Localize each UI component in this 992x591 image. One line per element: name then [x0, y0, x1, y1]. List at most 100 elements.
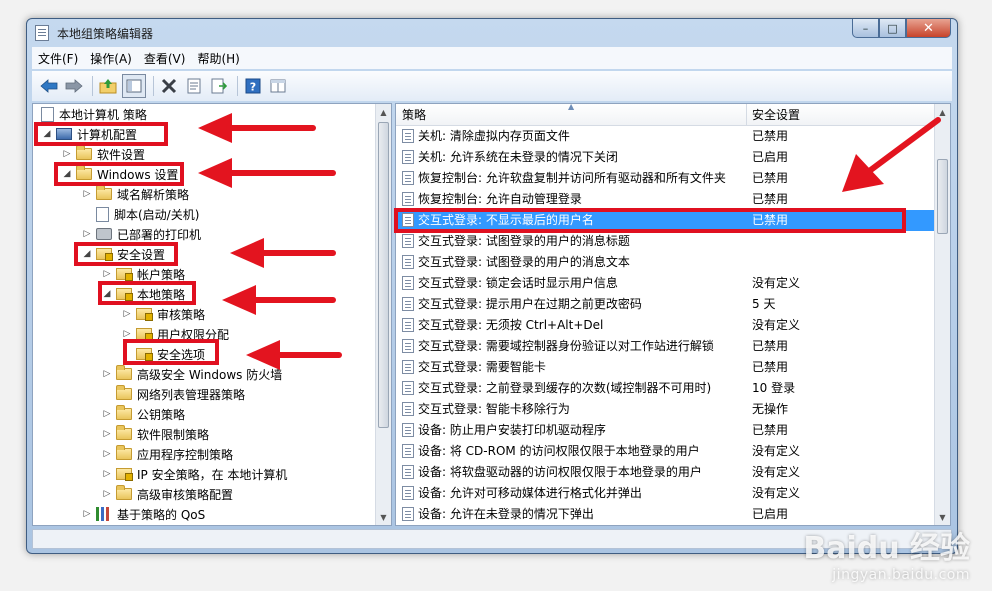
policy-setting-value: 10 登录: [752, 381, 796, 395]
annotation-arrow-icon: [198, 113, 316, 143]
printer-icon: [96, 228, 112, 240]
tree-label-qos: 基于策略的 QoS: [117, 507, 206, 522]
policy-setting-icon: [402, 465, 414, 479]
back-arrow-icon[interactable]: [38, 75, 60, 97]
menu-action[interactable]: 操作(A): [84, 50, 138, 67]
up-folder-icon[interactable]: [97, 75, 119, 97]
tree-label-dns-policy: 域名解析策略: [117, 187, 190, 202]
view-icon[interactable]: [267, 75, 289, 97]
policy-row[interactable]: 设备: 防止用户安装打印机驱动程序 已禁用: [396, 420, 936, 441]
tree-scrollbar[interactable]: ▲ ▼: [375, 104, 391, 525]
policy-setting-icon: [402, 486, 414, 500]
close-button[interactable]: ✕: [906, 19, 951, 38]
annotation-arrow-icon: [198, 158, 336, 188]
policy-name: 交互式登录: 提示用户在过期之前更改密码: [418, 297, 642, 311]
menu-view[interactable]: 查看(V): [138, 50, 192, 67]
tree-label-public-key: 公钥策略: [137, 407, 186, 422]
policy-row[interactable]: 交互式登录: 之前登录到缓存的次数(域控制器不可用时) 10 登录: [396, 378, 936, 399]
collapsed-triangle-icon[interactable]: ▷: [101, 469, 113, 479]
collapsed-triangle-icon[interactable]: ▷: [101, 369, 113, 379]
menu-file[interactable]: 文件(F): [32, 50, 84, 67]
collapsed-triangle-icon[interactable]: ▷: [61, 149, 73, 159]
collapsed-triangle-icon[interactable]: ▷: [121, 309, 133, 319]
tree-node-audit-policy[interactable]: ▷ 审核策略: [121, 304, 205, 324]
collapsed-triangle-icon[interactable]: ▷: [101, 429, 113, 439]
policy-setting-icon: [402, 255, 414, 269]
collapsed-triangle-icon[interactable]: ▷: [121, 329, 133, 339]
maximize-button[interactable]: □: [879, 19, 906, 38]
policy-row[interactable]: 交互式登录: 智能卡移除行为 无操作: [396, 399, 936, 420]
collapsed-triangle-icon[interactable]: ▷: [81, 509, 93, 519]
tree-node-root[interactable]: 本地计算机 策略: [41, 104, 147, 124]
tree-node-software-restriction[interactable]: ▷ 软件限制策略: [101, 424, 209, 444]
policy-setting-icon: [402, 192, 414, 206]
policy-row[interactable]: 交互式登录: 提示用户在过期之前更改密码 5 天: [396, 294, 936, 315]
menu-help[interactable]: 帮助(H): [191, 50, 245, 67]
policy-name: 交互式登录: 试图登录的用户的消息标题: [418, 234, 630, 248]
scroll-up-arrow-icon[interactable]: ▲: [376, 104, 391, 120]
policy-row[interactable]: 交互式登录: 试图登录的用户的消息文本: [396, 252, 936, 273]
title-bar[interactable]: 本地组策略编辑器 – □ ✕: [27, 19, 957, 47]
annotation-box-windows-settings: [54, 162, 184, 186]
minimize-button[interactable]: –: [852, 19, 879, 38]
policy-setting-icon: [402, 171, 414, 185]
collapsed-triangle-icon[interactable]: ▷: [101, 269, 113, 279]
tree-label-ip-security: IP 安全策略，在 本地计算机: [137, 467, 288, 482]
collapsed-triangle-icon[interactable]: ▷: [81, 189, 93, 199]
policy-row[interactable]: 设备: 将 CD-ROM 的访问权限仅限于本地登录的用户 没有定义: [396, 441, 936, 462]
folder-icon: [116, 445, 132, 460]
tree-label-software-settings: 软件设置: [97, 147, 146, 162]
policy-row[interactable]: 设备: 将软盘驱动器的访问权限仅限于本地登录的用户 没有定义: [396, 462, 936, 483]
tree-node-software-settings[interactable]: ▷ 软件设置: [61, 144, 145, 164]
sort-ascending-icon: ▲: [568, 103, 575, 111]
tree-node-ip-security[interactable]: ▷ IP 安全策略，在 本地计算机: [101, 464, 288, 484]
tree-node-qos[interactable]: ▷ 基于策略的 QoS: [81, 504, 205, 524]
collapsed-triangle-icon[interactable]: ▷: [101, 449, 113, 459]
column-header-policy[interactable]: 策略: [396, 104, 426, 126]
tree-label-software-restriction: 软件限制策略: [137, 427, 210, 442]
policy-setting-icon: [402, 318, 414, 332]
tree-scroll-thumb[interactable]: [378, 122, 389, 428]
policy-row[interactable]: 交互式登录: 锁定会话时显示用户信息 没有定义: [396, 273, 936, 294]
delete-icon[interactable]: [158, 75, 180, 97]
tree-node-advanced-audit[interactable]: ▷ 高级审核策略配置: [101, 484, 233, 504]
script-icon: [96, 206, 109, 222]
tree-node-public-key[interactable]: ▷ 公钥策略: [101, 404, 185, 424]
collapsed-triangle-icon[interactable]: ▷: [101, 489, 113, 499]
tree-node-dns-policy[interactable]: ▷ 域名解析策略: [81, 184, 189, 204]
properties-icon[interactable]: [183, 75, 205, 97]
collapsed-triangle-icon[interactable]: ▷: [81, 229, 93, 239]
tree-node-scripts[interactable]: 脚本(启动/关机): [81, 204, 199, 224]
export-list-icon[interactable]: [208, 75, 230, 97]
policy-row[interactable]: 交互式登录: 需要智能卡 已禁用: [396, 357, 936, 378]
policy-row[interactable]: 交互式登录: 无须按 Ctrl+Alt+Del 没有定义: [396, 315, 936, 336]
help-icon[interactable]: ?: [242, 75, 264, 97]
policy-setting-value: 已禁用: [752, 171, 789, 185]
policy-name: 交互式登录: 需要域控制器身份验证以对工作站进行解锁: [418, 339, 714, 353]
folder-icon: [116, 425, 132, 440]
annotation-box-security-settings: [74, 242, 178, 266]
policy-setting-value: 已禁用: [752, 192, 789, 206]
policy-row[interactable]: 设备: 允许在未登录的情况下弹出 已启用: [396, 504, 936, 525]
forward-arrow-icon[interactable]: [63, 75, 85, 97]
collapsed-triangle-icon[interactable]: ▷: [101, 409, 113, 419]
tree-node-network-list[interactable]: 网络列表管理器策略: [101, 384, 245, 404]
policy-row[interactable]: 设备: 允许对可移动媒体进行格式化并弹出 没有定义: [396, 483, 936, 504]
policy-setting-icon: [402, 444, 414, 458]
column-header-setting[interactable]: 安全设置: [746, 104, 800, 126]
annotation-arrow-icon: [246, 340, 342, 370]
tree-node-deployed-printers[interactable]: ▷ 已部署的打印机: [81, 224, 201, 244]
tree-node-app-control[interactable]: ▷ 应用程序控制策略: [101, 444, 233, 464]
policy-name: 交互式登录: 试图登录的用户的消息文本: [418, 255, 630, 269]
policy-row[interactable]: 交互式登录: 需要域控制器身份验证以对工作站进行解锁 已禁用: [396, 336, 936, 357]
menu-bar: 文件(F) 操作(A) 查看(V) 帮助(H): [32, 47, 952, 69]
policy-name: 交互式登录: 锁定会话时显示用户信息: [418, 276, 618, 290]
policy-row[interactable]: 交互式登录: 试图登录的用户的消息标题: [396, 231, 936, 252]
svg-text:?: ?: [250, 81, 256, 94]
folder-icon: [76, 145, 92, 160]
policy-doc-icon: [41, 106, 54, 122]
show-hide-tree-icon[interactable]: [122, 74, 146, 98]
policy-name: 关机: 清除虚拟内存页面文件: [418, 129, 570, 143]
scroll-down-arrow-icon[interactable]: ▼: [376, 509, 391, 525]
firewall-icon: [116, 365, 132, 380]
